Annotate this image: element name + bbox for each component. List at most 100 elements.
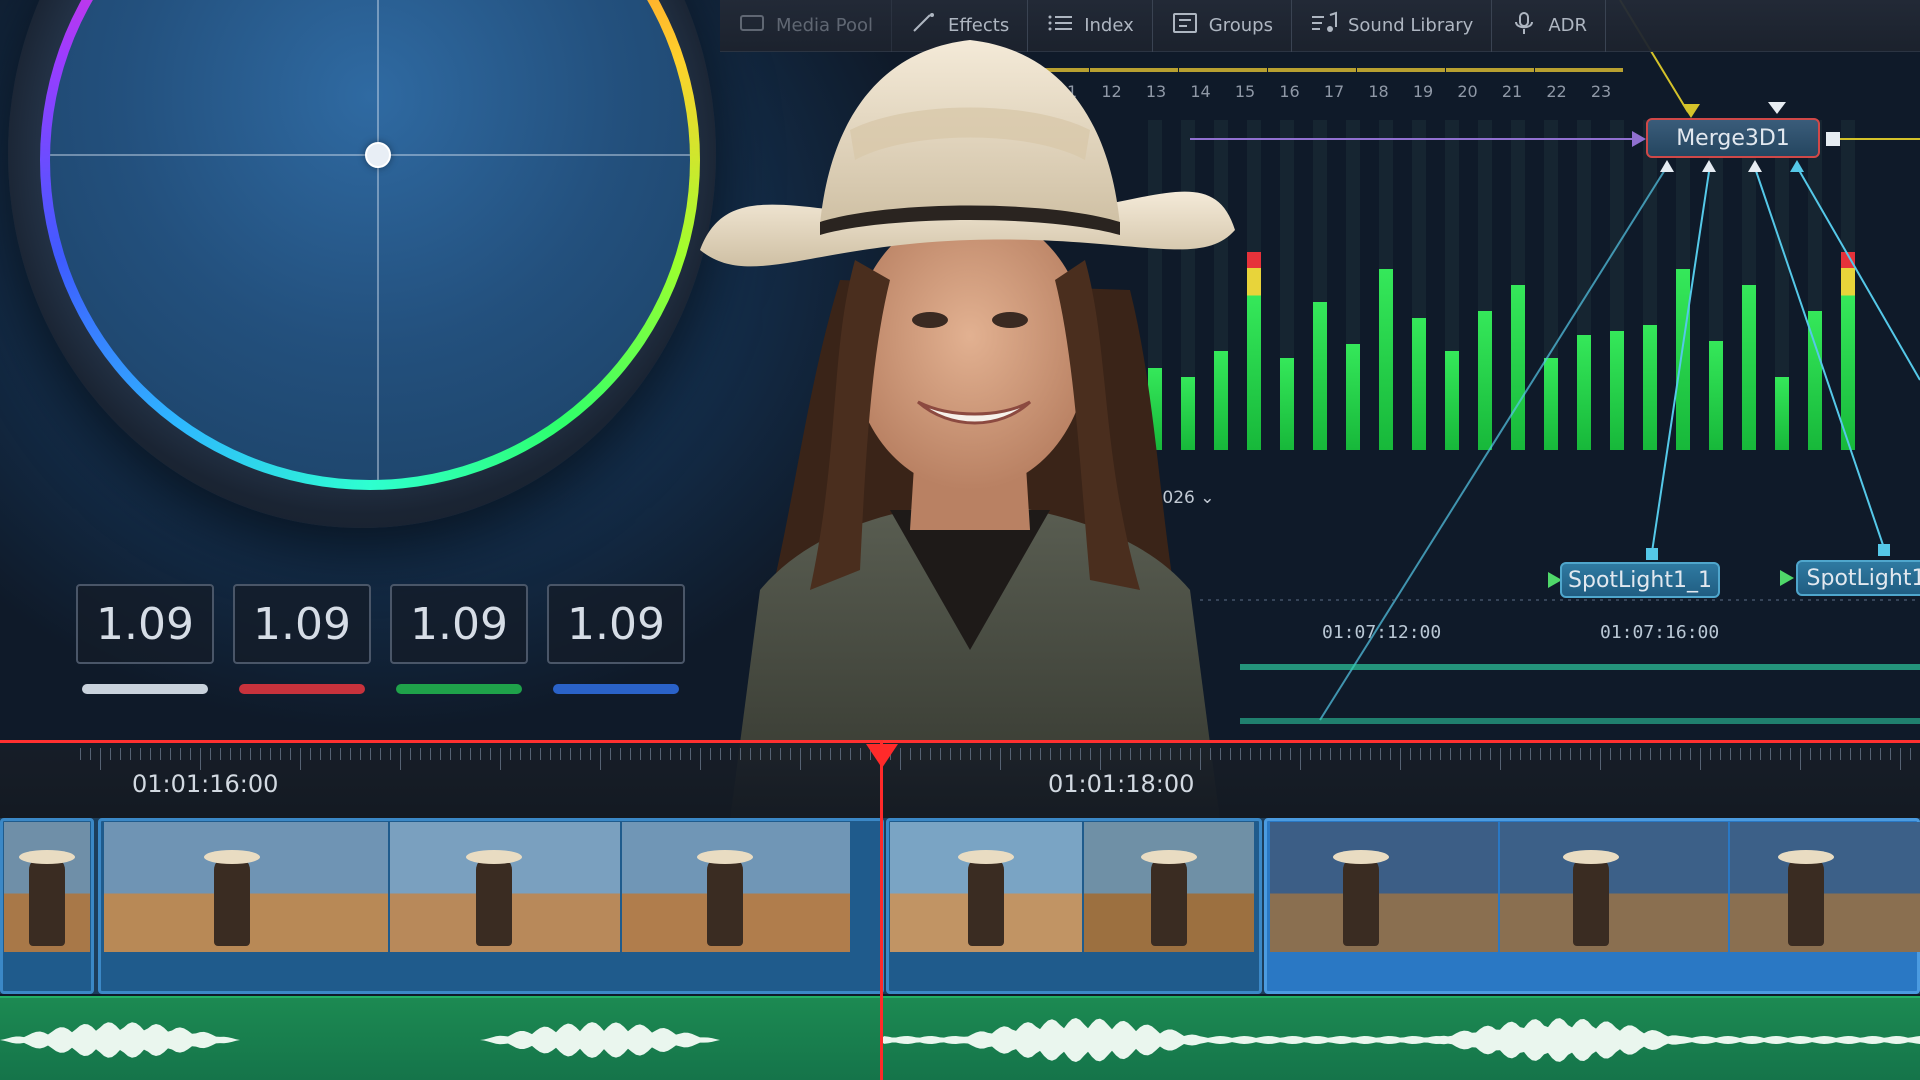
ruler-tick: [970, 748, 971, 760]
ruler-tick: [1870, 748, 1871, 760]
ruler-tick: [1450, 748, 1451, 760]
ruler-tick: [750, 748, 751, 760]
ruler-tick: [710, 748, 711, 760]
ruler-tick: [1700, 748, 1701, 770]
sound-library-icon: [1310, 11, 1338, 40]
ruler-tick: [1910, 748, 1911, 760]
ruler-tick: [230, 748, 231, 760]
ruler-tick: [1390, 748, 1391, 760]
ruler-tick: [90, 748, 91, 760]
ruler-tick: [560, 748, 561, 760]
ruler-tick: [1610, 748, 1611, 760]
clip-thumbnail-image: [1730, 822, 1920, 952]
ruler-tick: [600, 748, 601, 770]
ruler-tick: [1120, 748, 1121, 760]
ruler-tick: [1840, 748, 1841, 760]
ruler-tick: [900, 748, 901, 770]
ruler-tick: [700, 748, 701, 770]
ruler-tick: [1800, 748, 1801, 770]
ruler-tick: [680, 748, 681, 760]
ruler-tick: [1280, 748, 1281, 760]
ruler-tick: [150, 748, 151, 760]
ruler-tick: [1160, 748, 1161, 760]
ruler-tick: [1510, 748, 1511, 760]
ruler-tick: [740, 748, 741, 760]
ruler-tick: [1090, 748, 1091, 760]
ruler-tick: [360, 748, 361, 760]
ruler-tick: [1080, 748, 1081, 760]
ruler-tick: [1470, 748, 1471, 760]
ruler-tick: [1660, 748, 1661, 760]
ruler-tick: [990, 748, 991, 760]
ruler-tick: [1500, 748, 1501, 770]
timeline-ruler[interactable]: [0, 742, 1920, 818]
audio-track[interactable]: [0, 996, 1920, 1080]
ruler-tick: [980, 748, 981, 760]
ruler-tick: [510, 748, 511, 760]
ruler-tick: [180, 748, 181, 760]
ruler-tick: [530, 748, 531, 760]
toolbar-item-label: Sound Library: [1347, 15, 1474, 36]
toolbar-sound-library-button[interactable]: Sound Library: [1292, 0, 1493, 52]
ruler-tick: [1530, 748, 1531, 760]
ruler-tick: [1420, 748, 1421, 760]
spotlight-node-1[interactable]: SpotLight1_1: [1560, 562, 1720, 598]
ruler-tick: [1570, 748, 1571, 760]
playhead-top-line: [0, 740, 1920, 743]
playhead[interactable]: [880, 740, 883, 1080]
ruler-tick: [1110, 748, 1111, 760]
ruler-tick: [1880, 748, 1881, 760]
ruler-tick: [650, 748, 651, 760]
ruler-tick: [580, 748, 581, 760]
ruler-tick: [780, 748, 781, 760]
ruler-tick: [1180, 748, 1181, 760]
ruler-tick: [840, 748, 841, 760]
ruler-tick: [850, 748, 851, 760]
ruler-tick: [200, 748, 201, 770]
ruler-tick: [1830, 748, 1831, 760]
ruler-tick: [1770, 748, 1771, 760]
ruler-tick: [1430, 748, 1431, 760]
toolbar-adr-button[interactable]: ADR: [1492, 0, 1606, 52]
ruler-tick: [520, 748, 521, 760]
ruler-tick: [1520, 748, 1521, 760]
ruler-tick: [1310, 748, 1311, 760]
ruler-tick: [1850, 748, 1851, 760]
ruler-tick: [390, 748, 391, 760]
ruler-tick: [1550, 748, 1551, 760]
ruler-tick: [110, 748, 111, 760]
ruler-tick: [120, 748, 121, 760]
ruler-tick: [730, 748, 731, 760]
ruler-tick: [620, 748, 621, 760]
ruler-tick: [1400, 748, 1401, 770]
ruler-tick: [160, 748, 161, 760]
ruler-tick: [1480, 748, 1481, 760]
ruler-tick: [1050, 748, 1051, 760]
ruler-tick: [220, 748, 221, 760]
ruler-tick: [1380, 748, 1381, 760]
ruler-tick: [1360, 748, 1361, 760]
ruler-tick: [1370, 748, 1371, 760]
audio-waveform: [0, 1018, 1920, 1062]
merge3d-node[interactable]: Merge3D1: [1646, 118, 1820, 158]
playhead-handle[interactable]: [866, 744, 898, 768]
ruler-tick: [790, 748, 791, 760]
ruler-tick: [1040, 748, 1041, 760]
ruler-tick: [1670, 748, 1671, 760]
ruler-tick: [1100, 748, 1101, 770]
ruler-tick: [800, 748, 801, 770]
ruler-tick: [210, 748, 211, 760]
toolbar-item-label: ADR: [1548, 15, 1587, 36]
ruler-tick: [250, 748, 251, 760]
ruler-tick: [430, 748, 431, 760]
ruler-tick: [960, 748, 961, 760]
ruler-tick: [1580, 748, 1581, 760]
ruler-tick: [1140, 748, 1141, 760]
spotlight-node-2[interactable]: SpotLight1: [1796, 560, 1920, 596]
timeline-timecode-right: 01:01:18:00: [1048, 770, 1195, 798]
ruler-tick: [670, 748, 671, 760]
timeline-timecode-left: 01:01:16:00: [132, 770, 279, 798]
ruler-tick: [1640, 748, 1641, 760]
ruler-tick: [1410, 748, 1411, 760]
ruler-tick: [280, 748, 281, 760]
